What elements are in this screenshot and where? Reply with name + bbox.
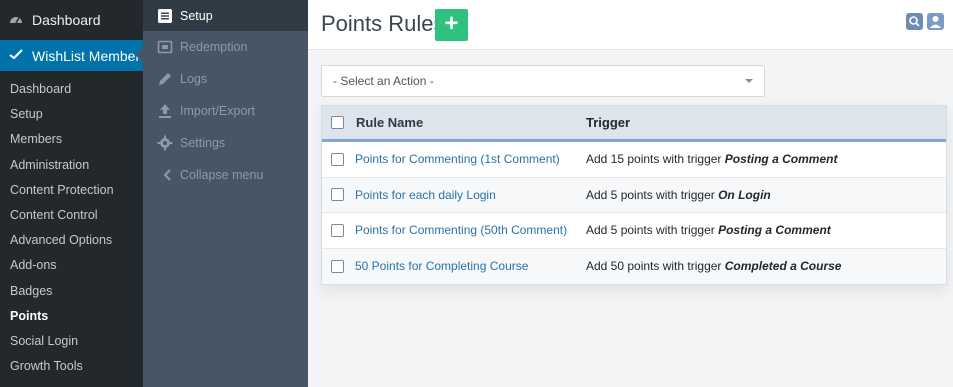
- table-header: Rule Name Trigger: [322, 106, 946, 142]
- page-header: Points Rules +: [308, 0, 953, 50]
- gear-icon: [156, 134, 174, 152]
- wp-submenu-members[interactable]: Members: [0, 127, 143, 152]
- row-checkbox[interactable]: [331, 259, 344, 273]
- select-all-checkbox[interactable]: [331, 116, 344, 129]
- user-settings-icon[interactable]: [927, 13, 944, 30]
- pencil-icon: [156, 70, 174, 88]
- wp-submenu-dashboard[interactable]: Dashboard: [0, 77, 143, 102]
- wp-submenu-add-ons[interactable]: Add-ons: [0, 253, 143, 278]
- add-rule-button[interactable]: +: [435, 9, 468, 41]
- ticket-icon: [156, 38, 174, 56]
- wp-submenu-badges[interactable]: Badges: [0, 279, 143, 304]
- table-row: Points for each daily Login Add 5 points…: [322, 177, 946, 213]
- chevron-left-icon: [161, 166, 173, 184]
- header-trigger: Trigger: [586, 115, 631, 130]
- wp-submenu: Dashboard Setup Members Administration C…: [0, 71, 143, 379]
- row-checkbox[interactable]: [331, 152, 344, 166]
- trigger-name: Posting a Comment: [718, 223, 831, 238]
- trigger-name: Posting a Comment: [724, 152, 838, 167]
- collapse-menu-label: Collapse menu: [180, 168, 264, 182]
- rule-name-link[interactable]: Points for Commenting (1st Comment): [350, 152, 586, 166]
- rule-trigger: Add 15 points with trigger Posting a Com…: [586, 152, 946, 166]
- row-checkbox[interactable]: [331, 223, 344, 237]
- header-rule-name: Rule Name: [356, 115, 424, 130]
- plugin-nav-redemption-label: Redemption: [180, 40, 248, 54]
- table-row: Points for Commenting (50th Comment) Add…: [322, 213, 946, 249]
- search-icon[interactable]: [906, 13, 923, 30]
- trigger-prefix: Add 50 points with trigger: [586, 259, 722, 274]
- wishlist-check-icon: [9, 48, 23, 63]
- wp-menu-dashboard-label: Dashboard: [32, 12, 101, 28]
- action-select-value: - Select an Action -: [333, 74, 434, 88]
- rule-trigger: Add 5 points with trigger On Login: [586, 188, 946, 202]
- trigger-name: On Login: [718, 187, 771, 202]
- plugin-nav-setup-label: Setup: [180, 8, 213, 23]
- table-row: Points for Commenting (1st Comment) Add …: [322, 142, 946, 178]
- trigger-prefix: Add 5 points with trigger: [586, 223, 715, 238]
- list-icon: [156, 7, 174, 25]
- rule-trigger: Add 50 points with trigger Completed a C…: [586, 259, 946, 273]
- rule-name-link[interactable]: Points for Commenting (50th Comment): [350, 223, 586, 237]
- collapse-menu-button[interactable]: Collapse menu: [143, 159, 308, 191]
- page-title: Points Rules: [321, 11, 445, 36]
- wp-admin-sidebar: Dashboard WishList Member Dashboard Setu…: [0, 0, 143, 387]
- trigger-name: Completed a Course: [724, 259, 842, 274]
- table-row: 50 Points for Completing Course Add 50 p…: [322, 248, 946, 284]
- rules-table: Rule Name Trigger Points for Commenting …: [321, 105, 947, 285]
- wp-submenu-administration[interactable]: Administration: [0, 153, 143, 178]
- row-checkbox[interactable]: [331, 188, 344, 202]
- wp-menu-dashboard[interactable]: Dashboard: [0, 0, 143, 40]
- plugin-nav-logs-label: Logs: [180, 72, 208, 86]
- rule-trigger: Add 5 points with trigger Posting a Comm…: [586, 223, 946, 237]
- wp-submenu-content-protection[interactable]: Content Protection: [0, 178, 143, 203]
- chevron-down-icon: [745, 79, 753, 83]
- wp-submenu-setup[interactable]: Setup: [0, 102, 143, 127]
- wp-submenu-advanced-options[interactable]: Advanced Options: [0, 228, 143, 253]
- plugin-nav: Setup Redemption Logs Import/Export Sett…: [143, 0, 308, 387]
- wp-submenu-content-control[interactable]: Content Control: [0, 203, 143, 228]
- dashboard-icon: [9, 13, 23, 27]
- plugin-nav-import-export[interactable]: Import/Export: [143, 95, 308, 127]
- plugin-nav-import-export-label: Import/Export: [180, 104, 256, 118]
- action-select[interactable]: - Select an Action -: [321, 65, 765, 97]
- rule-name-link[interactable]: Points for each daily Login: [350, 188, 586, 202]
- upload-icon: [156, 102, 174, 120]
- plugin-nav-setup[interactable]: Setup: [143, 0, 308, 31]
- trigger-prefix: Add 5 points with trigger: [586, 187, 715, 202]
- trigger-prefix: Add 15 points with trigger: [586, 152, 722, 167]
- wp-submenu-growth-tools[interactable]: Growth Tools: [0, 354, 143, 379]
- plugin-nav-settings[interactable]: Settings: [143, 127, 308, 159]
- wp-submenu-social-login[interactable]: Social Login: [0, 329, 143, 354]
- main-content: Points Rules + - Select an Action - Rule…: [308, 0, 953, 387]
- plugin-nav-settings-label: Settings: [180, 136, 226, 150]
- plugin-nav-redemption[interactable]: Redemption: [143, 31, 308, 63]
- wp-submenu-points[interactable]: Points: [0, 304, 143, 329]
- rule-name-link[interactable]: 50 Points for Completing Course: [350, 259, 586, 273]
- wp-menu-wishlist-member[interactable]: WishList Member: [0, 40, 143, 71]
- plugin-nav-logs[interactable]: Logs: [143, 63, 308, 95]
- wp-menu-wishlist-label: WishList Member: [32, 47, 141, 64]
